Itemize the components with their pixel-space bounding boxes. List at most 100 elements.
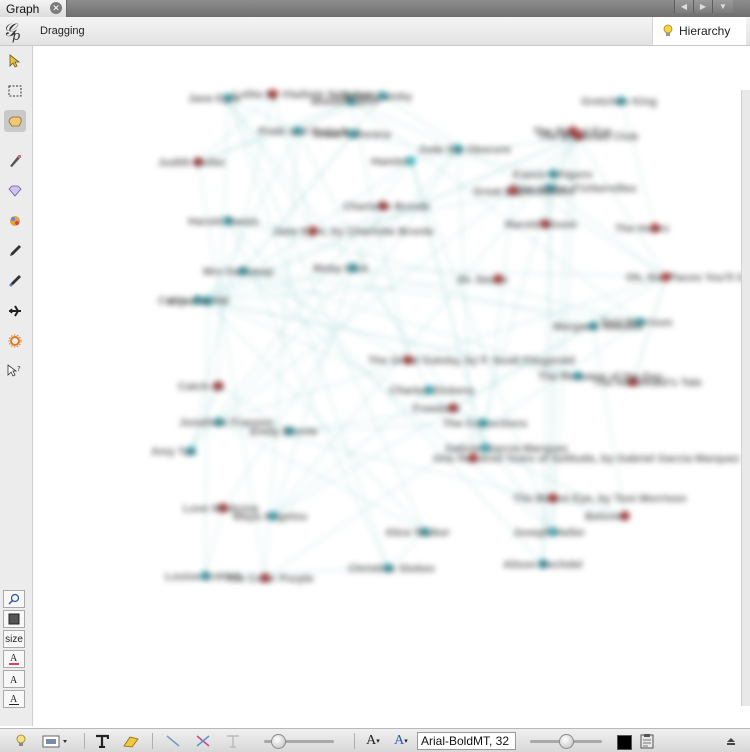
close-icon[interactable]: ✕ bbox=[50, 2, 62, 14]
expand-panel-icon[interactable] bbox=[722, 732, 740, 750]
sun-gear-icon[interactable] bbox=[4, 330, 26, 352]
diamond-icon[interactable] bbox=[4, 180, 26, 202]
graph-node[interactable]: The Great Gatsby, by F. Scott Fitzgerald bbox=[368, 355, 575, 367]
graph-edge bbox=[204, 300, 209, 577]
node-label: Jane Eyre, by Charlotte Bronte bbox=[273, 226, 434, 238]
graph-node[interactable]: Amy Tan bbox=[151, 446, 197, 458]
rectangle-select-icon[interactable] bbox=[4, 80, 26, 102]
graph-node[interactable]: Anna Karenina bbox=[313, 129, 392, 141]
graph-node[interactable]: Gretchen King bbox=[581, 96, 657, 108]
highlight-tool-icon[interactable] bbox=[120, 732, 142, 750]
node-label: Moby Dick bbox=[313, 263, 369, 275]
font-selector-field[interactable]: Arial-BoldMT, 32 bbox=[417, 732, 516, 750]
node-label: The Remains of the Day bbox=[538, 371, 664, 383]
node-painter-icon[interactable] bbox=[4, 210, 26, 232]
graph-edge bbox=[242, 270, 409, 361]
hierarchy-button[interactable]: Hierarchy bbox=[652, 17, 746, 45]
graph-node[interactable]: Jane Eyre, by Charlotte Bronte bbox=[273, 226, 434, 238]
left-toolbar: ? size A A A bbox=[0, 46, 33, 726]
graph-node[interactable]: The Bluest Eye, by Toni Morrison bbox=[513, 493, 687, 505]
graph-edge bbox=[352, 267, 667, 278]
graph-node[interactable]: Dr. Seuss bbox=[458, 274, 508, 286]
graph-node[interactable]: Great Gatsby bbox=[343, 91, 413, 103]
text-tool-icon[interactable] bbox=[92, 732, 112, 750]
node-label: Toni Morrison bbox=[600, 317, 673, 329]
tab-menu-icon[interactable]: ▼ bbox=[712, 0, 733, 13]
font-icon[interactable]: A bbox=[3, 670, 25, 688]
label-text-icon[interactable] bbox=[222, 732, 244, 750]
graph-node[interactable]: The Breakfast Club bbox=[538, 131, 639, 143]
graph-node[interactable]: Beloved bbox=[585, 511, 630, 523]
font-size-up-button[interactable]: A ▾ bbox=[390, 732, 412, 750]
help-cursor-icon[interactable]: ? bbox=[4, 360, 26, 382]
font-color-icon[interactable]: A bbox=[3, 650, 25, 668]
graph-node[interactable]: Freedom bbox=[413, 403, 460, 415]
graph-node[interactable]: Hamlet bbox=[371, 156, 416, 168]
graph-node[interactable]: Christine Stokes bbox=[348, 563, 435, 575]
node-label: The Great Gatsby, by F. Scott Fitzgerald bbox=[368, 355, 575, 367]
graph-node[interactable]: Great Expectations bbox=[473, 186, 573, 198]
font-size-icon[interactable]: A bbox=[3, 690, 25, 708]
hierarchy-label: Hierarchy bbox=[679, 24, 731, 38]
edge-color-icon[interactable] bbox=[192, 732, 214, 750]
graph-node[interactable]: The Corrections bbox=[443, 418, 527, 430]
graph-node[interactable]: Cat in the Hat bbox=[158, 295, 229, 307]
lightbulb-toggle-icon[interactable] bbox=[8, 732, 34, 750]
select-arrow-icon[interactable] bbox=[4, 50, 26, 72]
zoom-icon[interactable] bbox=[3, 590, 25, 608]
graph-node[interactable]: Alison Bechdel bbox=[503, 559, 582, 571]
tab-scroll-right-icon[interactable]: ▶ bbox=[693, 0, 712, 13]
graph-edge bbox=[242, 270, 554, 533]
clipboard-icon[interactable] bbox=[637, 732, 657, 750]
graph-node[interactable]: Joseph Heller bbox=[513, 527, 586, 539]
tab-graph[interactable]: Graph ✕ bbox=[0, 0, 67, 17]
graph-edge bbox=[272, 389, 430, 517]
airplane-icon[interactable] bbox=[4, 300, 26, 322]
graph-node[interactable]: Love Medicine bbox=[183, 503, 259, 515]
node-label: Gretchen King bbox=[581, 96, 657, 108]
vertical-scrollbar[interactable] bbox=[741, 90, 750, 706]
tab-label: Graph bbox=[6, 1, 40, 16]
graph-node[interactable]: Harold Bloom bbox=[505, 219, 577, 231]
node-label: Cat in the Hat bbox=[158, 295, 229, 307]
node-label: Mrs Dalloway bbox=[203, 266, 274, 278]
graph-node[interactable]: Oh, the Places You'll Go, by Dr. Seuss bbox=[626, 272, 746, 284]
svg-text:?: ? bbox=[17, 365, 21, 373]
node-size-slider-knob[interactable] bbox=[271, 734, 286, 749]
node-label: Gabriel Garcia Marquez bbox=[445, 443, 568, 455]
graph-node[interactable]: Charlotte Bronte bbox=[343, 201, 430, 213]
graph-node[interactable]: Judith Butler bbox=[158, 157, 227, 169]
size-button[interactable]: size bbox=[3, 630, 25, 648]
label-size-slider-knob[interactable] bbox=[559, 734, 574, 749]
graph-node[interactable]: The Color Purple bbox=[225, 573, 314, 585]
graph-node[interactable]: Alice Walker bbox=[385, 527, 451, 539]
network-graph[interactable]: Lolita by Vladimir NabokovMiddlemarchGre… bbox=[33, 46, 746, 726]
tab-scroll-left-icon[interactable]: ◀ bbox=[674, 0, 693, 13]
graph-node[interactable]: The Hours bbox=[615, 223, 669, 235]
graph-node[interactable]: Charles Dickens bbox=[389, 385, 475, 397]
node-label: The Bluest Eye, by Toni Morrison bbox=[513, 493, 687, 505]
graph-node[interactable]: Toni Morrison bbox=[600, 317, 673, 329]
pencil-icon[interactable] bbox=[4, 240, 26, 262]
label-color-swatch[interactable] bbox=[617, 735, 632, 750]
drag-hand-icon[interactable] bbox=[4, 110, 26, 132]
edge-pencil-icon[interactable] bbox=[4, 270, 26, 292]
graph-node[interactable]: Harold Ramis bbox=[188, 216, 259, 228]
graph-canvas[interactable]: Lolita by Vladimir Nabokov Middlemarch Gre… bbox=[33, 46, 746, 726]
graph-node[interactable]: Catch-22 bbox=[178, 381, 224, 393]
graph-node[interactable]: Mrs Dalloway bbox=[203, 266, 274, 278]
graph-node[interactable]: The Remains of the Day bbox=[538, 371, 664, 383]
node-label: The Hours bbox=[615, 223, 669, 235]
node-label: The Corrections bbox=[443, 418, 527, 430]
paintbrush-icon[interactable] bbox=[4, 150, 26, 172]
graph-node[interactable]: Jude the Obscure bbox=[418, 144, 511, 156]
graph-node[interactable]: Jane Eyre bbox=[188, 93, 240, 105]
graph-node[interactable]: Moby Dick bbox=[313, 263, 369, 275]
edge-line-icon[interactable] bbox=[162, 732, 184, 750]
square-icon[interactable] bbox=[3, 610, 25, 628]
font-size-down-button[interactable]: A ▾ bbox=[362, 732, 384, 750]
screenshot-dropdown-icon[interactable] bbox=[40, 732, 72, 750]
graph-node[interactable]: Gabriel Garcia Marquez bbox=[445, 443, 568, 455]
graph-node[interactable]: Emily Bronte bbox=[250, 426, 318, 438]
graph-node[interactable]: Kazuo Ishiguro bbox=[513, 169, 593, 181]
